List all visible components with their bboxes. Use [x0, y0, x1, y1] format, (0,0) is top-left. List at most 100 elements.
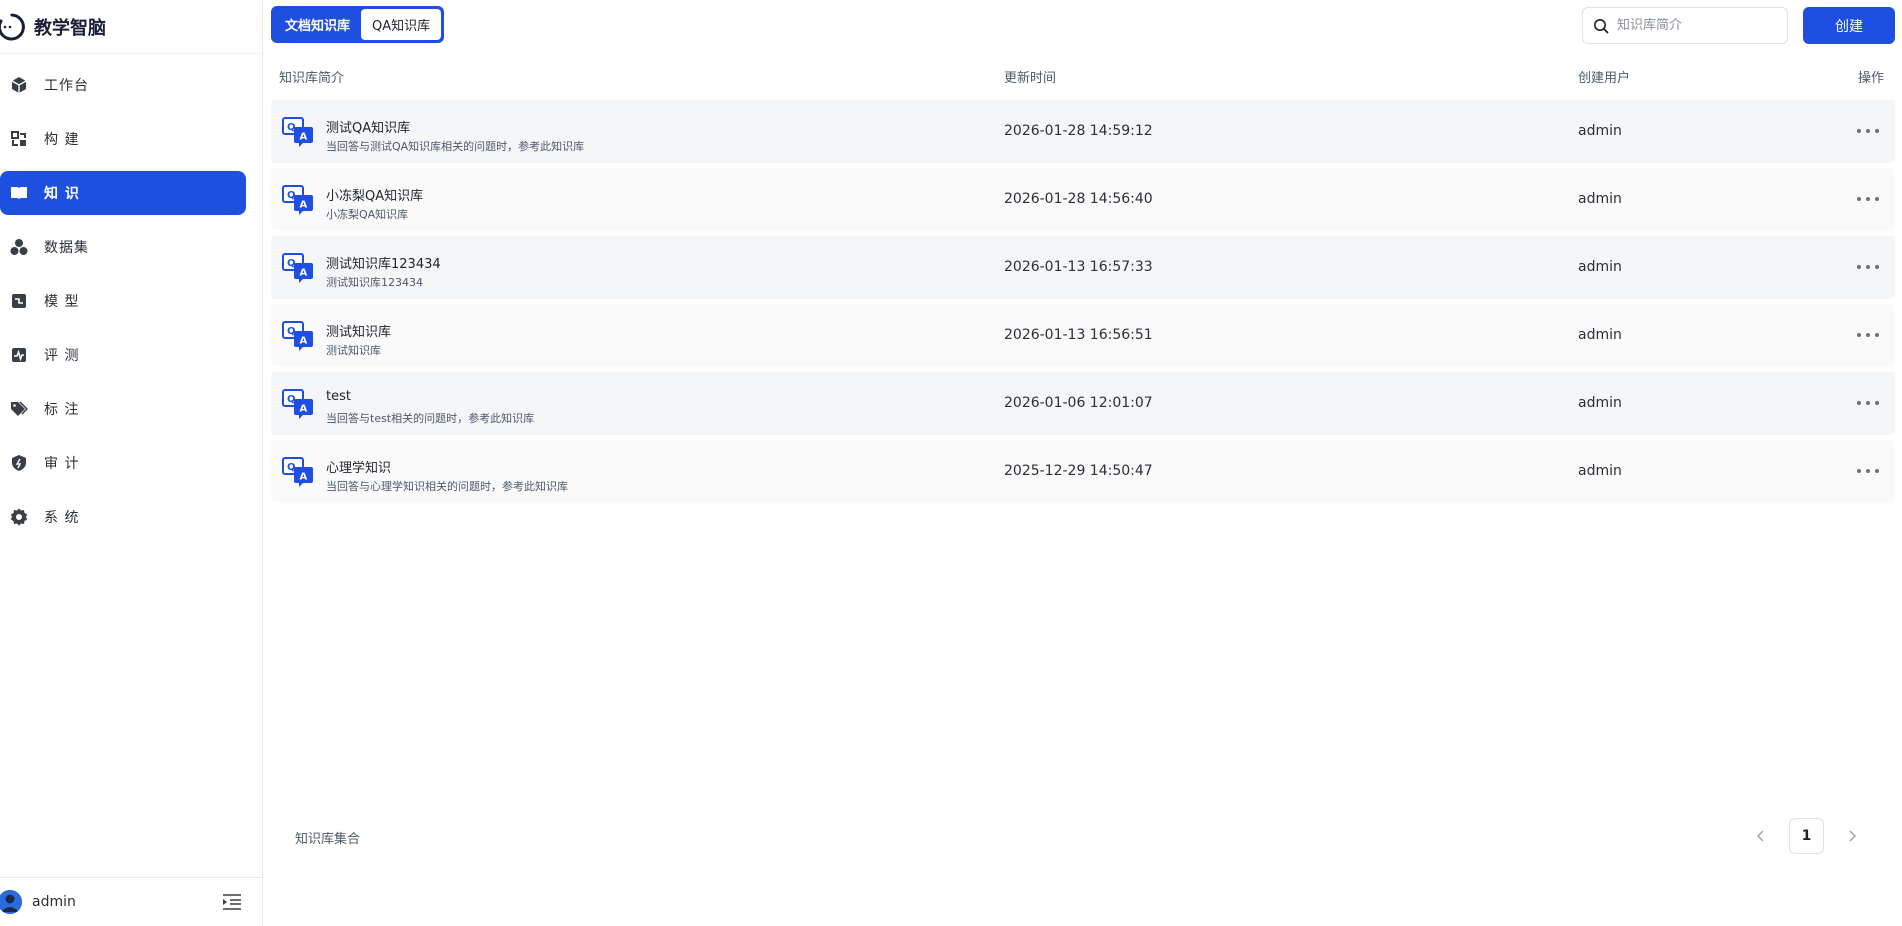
qa-knowledge-icon: QA	[282, 320, 314, 352]
updated-time: 2026-01-28 14:59:12	[1004, 123, 1153, 139]
app-title: 教学智脑	[34, 17, 106, 39]
knowledge-desc: 当回答与test相关的问题时，参考此知识库	[326, 412, 535, 425]
knowledge-name: 测试知识库	[326, 325, 392, 340]
chevron-left-icon[interactable]	[1753, 828, 1769, 844]
updated-time: 2026-01-06 12:01:07	[1004, 395, 1153, 411]
build-icon	[9, 129, 29, 149]
knowledge-name: test	[326, 389, 351, 404]
knowledge-desc: 当回答与测试QA知识库相关的问题时，参考此知识库	[326, 140, 585, 153]
sidebar-nav: 工作台 构 建 知 识 数据集 模 型 评 测 标 注 审 计 系 统	[0, 54, 262, 539]
column-header-creator: 创建用户	[1578, 71, 1631, 86]
avatar[interactable]	[0, 890, 22, 914]
creator-user: admin	[1578, 463, 1622, 479]
svg-text:A: A	[300, 200, 308, 211]
knowledge-desc: 测试知识库123434	[326, 276, 423, 289]
tab-document-knowledge[interactable]: 文档知识库	[274, 9, 362, 40]
shield-icon	[9, 453, 29, 473]
chevron-right-icon[interactable]	[1844, 828, 1860, 844]
sidebar-item-build[interactable]: 构 建	[0, 117, 246, 161]
more-actions-icon[interactable]	[1857, 462, 1879, 480]
knowledge-desc: 小冻梨QA知识库	[326, 208, 409, 221]
updated-time: 2025-12-29 14:50:47	[1004, 463, 1153, 479]
qa-knowledge-icon: QA	[282, 456, 314, 488]
svg-text:A: A	[300, 336, 308, 347]
tab-qa-knowledge[interactable]: QA知识库	[361, 9, 442, 40]
svg-text:A: A	[300, 268, 308, 279]
book-icon	[9, 183, 29, 203]
svg-text:A: A	[300, 404, 308, 415]
sidebar-item-evaluate[interactable]: 评 测	[0, 333, 246, 377]
column-header-intro: 知识库简介	[279, 71, 345, 86]
qa-knowledge-icon: QA	[282, 252, 314, 284]
table-row[interactable]: QA 测试知识库123434 测试知识库123434 2026-01-13 16…	[271, 236, 1895, 299]
updated-time: 2026-01-13 16:56:51	[1004, 327, 1153, 343]
sidebar-item-label: 系 统	[44, 510, 80, 526]
table-row[interactable]: QA test 当回答与test相关的问题时，参考此知识库 2026-01-06…	[271, 372, 1895, 435]
knowledge-desc: 测试知识库	[326, 344, 381, 357]
svg-text:A: A	[300, 132, 308, 143]
more-actions-icon[interactable]	[1857, 394, 1879, 412]
more-actions-icon[interactable]	[1857, 190, 1879, 208]
gear-icon	[9, 507, 29, 527]
sidebar: 教学智脑 工作台 构 建 知 识 数据集 模 型 评 测 标 注 审 计 系 统…	[0, 0, 263, 926]
collection-label: 知识库集合	[295, 832, 361, 847]
table-row[interactable]: QA 测试QA知识库 当回答与测试QA知识库相关的问题时，参考此知识库 2026…	[271, 100, 1895, 163]
logo-row: 教学智脑	[0, 0, 262, 54]
column-header-updated: 更新时间	[1004, 71, 1057, 86]
table-row[interactable]: QA 测试知识库 测试知识库 2026-01-13 16:56:51 admin	[271, 304, 1895, 367]
pagination: 1	[1753, 818, 1860, 854]
sidebar-item-label: 工作台	[44, 78, 89, 94]
tag-icon	[9, 399, 29, 419]
search-box	[1582, 7, 1788, 44]
sidebar-item-label: 评 测	[44, 348, 80, 364]
sidebar-item-label: 标 注	[44, 402, 80, 418]
sidebar-item-label: 构 建	[44, 132, 80, 148]
create-button[interactable]: 创建	[1803, 7, 1895, 44]
search-input[interactable]	[1617, 18, 1777, 33]
creator-user: admin	[1578, 191, 1622, 207]
main-content: 文档知识库 QA知识库 创建 知识库简介 更新时间 创建用户 操作 QA 测试Q…	[263, 0, 1902, 926]
qa-knowledge-icon: QA	[282, 116, 314, 148]
table-row[interactable]: QA 心理学知识 当回答与心理学知识相关的问题时，参考此知识库 2025-12-…	[271, 440, 1895, 503]
knowledge-name: 小冻梨QA知识库	[326, 189, 424, 204]
sidebar-item-label: 数据集	[44, 240, 89, 256]
sidebar-item-knowledge[interactable]: 知 识	[0, 171, 246, 215]
more-actions-icon[interactable]	[1857, 122, 1879, 140]
qa-knowledge-icon: QA	[282, 184, 314, 216]
model-icon	[9, 291, 29, 311]
more-actions-icon[interactable]	[1857, 326, 1879, 344]
column-header-actions: 操作	[1858, 71, 1885, 86]
sidebar-item-workbench[interactable]: 工作台	[0, 63, 246, 107]
evaluate-icon	[9, 345, 29, 365]
knowledge-name: 测试QA知识库	[326, 121, 411, 136]
updated-time: 2026-01-13 16:57:33	[1004, 259, 1153, 275]
more-actions-icon[interactable]	[1857, 258, 1879, 276]
sidebar-item-system[interactable]: 系 统	[0, 495, 246, 539]
sidebar-item-audit[interactable]: 审 计	[0, 441, 246, 485]
sidebar-item-model[interactable]: 模 型	[0, 279, 246, 323]
table-header: 知识库简介 更新时间 创建用户 操作	[263, 64, 1902, 88]
creator-user: admin	[1578, 327, 1622, 343]
creator-user: admin	[1578, 259, 1622, 275]
sidebar-item-label: 审 计	[44, 456, 80, 472]
user-name: admin	[32, 894, 76, 910]
table-row[interactable]: QA 小冻梨QA知识库 小冻梨QA知识库 2026-01-28 14:56:40…	[271, 168, 1895, 231]
cube-icon	[9, 75, 29, 95]
knowledge-type-tabs: 文档知识库 QA知识库	[271, 6, 445, 43]
knowledge-desc: 当回答与心理学知识相关的问题时，参考此知识库	[326, 480, 568, 493]
sidebar-item-annotate[interactable]: 标 注	[0, 387, 246, 431]
collapse-sidebar-icon[interactable]	[222, 893, 242, 911]
creator-user: admin	[1578, 395, 1622, 411]
knowledge-table-body: QA 测试QA知识库 当回答与测试QA知识库相关的问题时，参考此知识库 2026…	[271, 100, 1895, 508]
sidebar-item-dataset[interactable]: 数据集	[0, 225, 246, 269]
search-icon	[1593, 18, 1609, 34]
page-number-button[interactable]: 1	[1789, 818, 1824, 854]
qa-knowledge-icon: QA	[282, 388, 314, 420]
knowledge-name: 测试知识库123434	[326, 257, 441, 272]
svg-text:A: A	[300, 472, 308, 483]
sidebar-item-label: 知 识	[44, 186, 80, 202]
logo-icon	[0, 11, 28, 43]
dataset-icon	[9, 237, 29, 257]
sidebar-footer: admin	[0, 877, 262, 926]
creator-user: admin	[1578, 123, 1622, 139]
